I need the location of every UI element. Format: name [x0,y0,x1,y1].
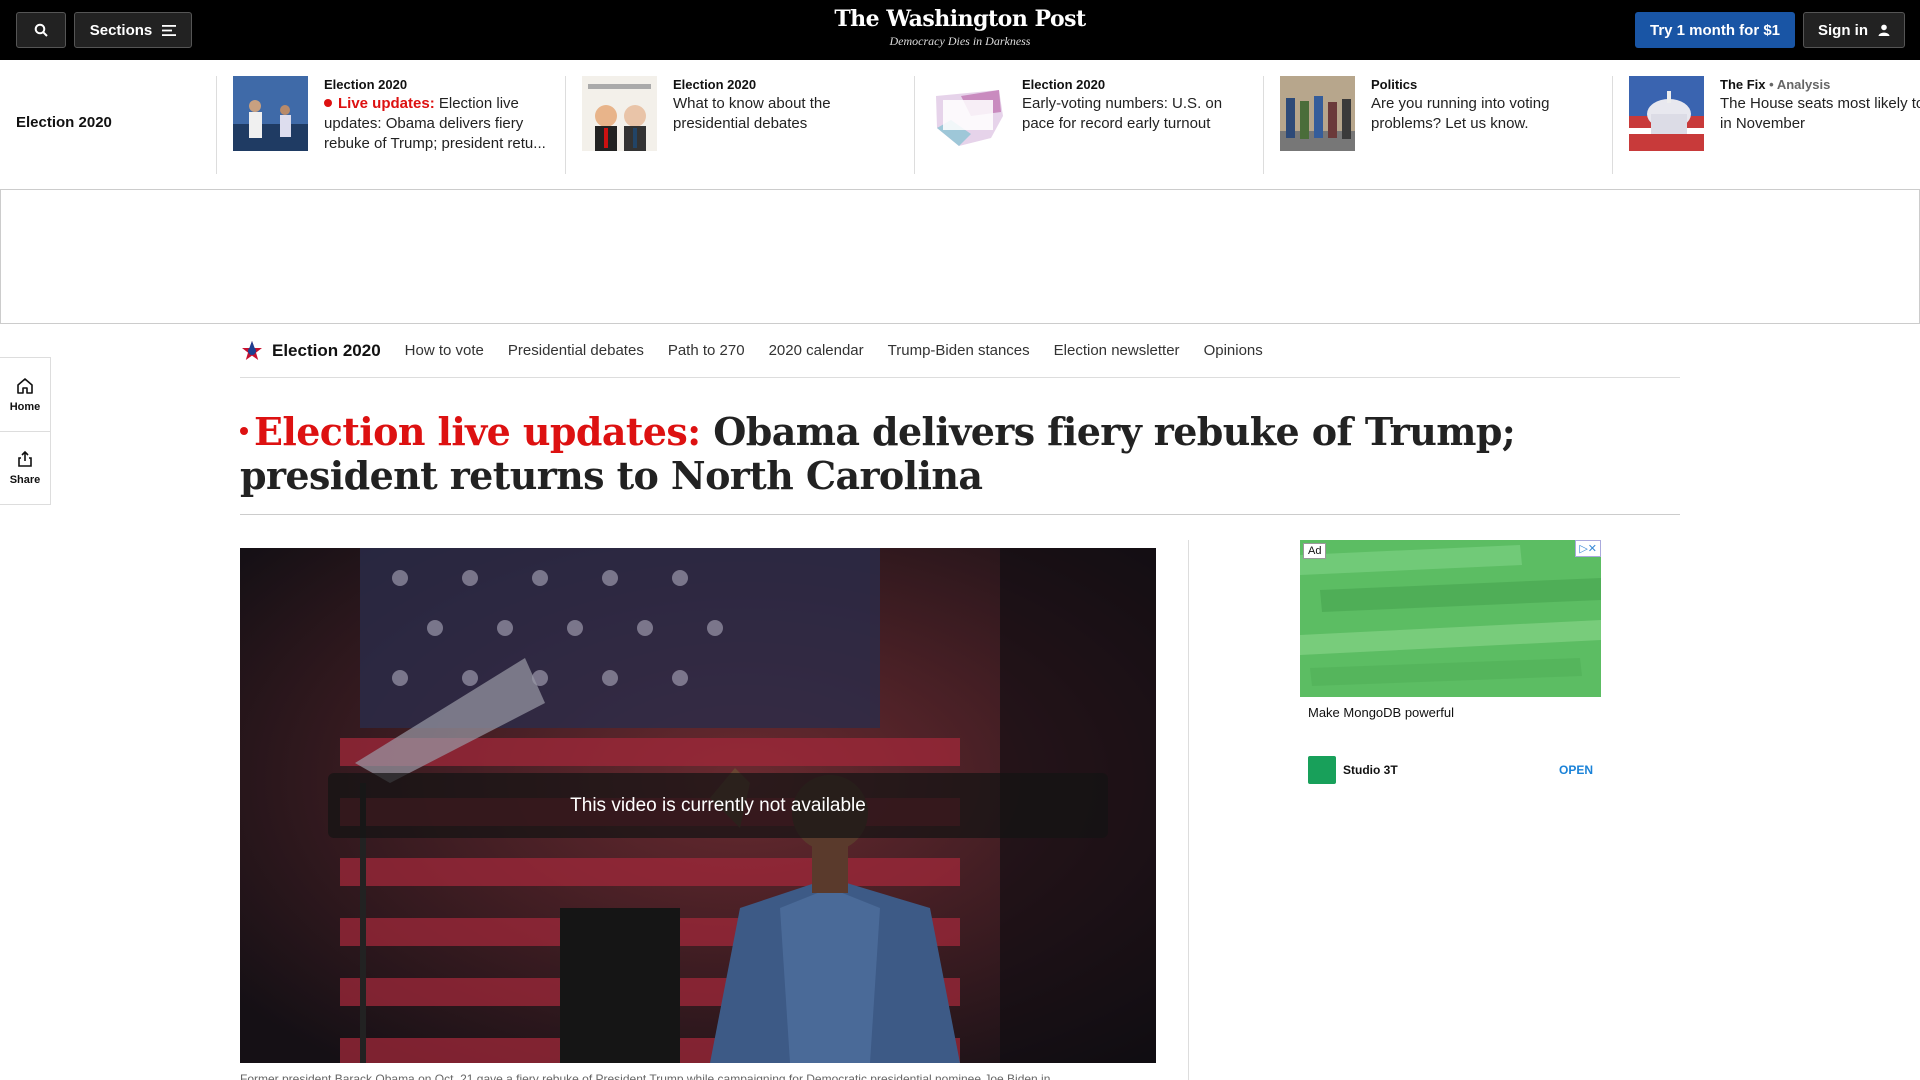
nav-link-how-to-vote[interactable]: How to vote [405,342,484,359]
strip-kicker: Election 2020 [673,77,757,92]
strip-item[interactable]: The Fix • Analysis The House seats most … [1612,76,1920,174]
subscribe-button[interactable]: Try 1 month for $1 [1635,12,1795,48]
article-headline: Election live updates: Obama delivers fi… [240,410,1680,498]
column-divider [1188,540,1189,1080]
sections-label: Sections [89,21,153,39]
election-logo-icon [242,340,262,360]
strip-thumbnail[interactable] [1629,76,1704,151]
strip-headline[interactable]: What to know about the presidential deba… [673,94,903,134]
nav-link-election-newsletter[interactable]: Election newsletter [1054,342,1180,359]
search-icon [34,23,48,37]
strip-thumbnail[interactable] [1280,76,1355,151]
strip-thumbnail[interactable] [582,76,657,151]
strip-label[interactable]: Election 2020 [16,114,112,131]
strip-item[interactable]: Politics Are you running into voting pro… [1263,76,1612,174]
nav-link-2020-calendar[interactable]: 2020 calendar [769,342,864,359]
section-title[interactable]: Election 2020 [272,341,381,361]
live-dot [324,99,332,107]
user-icon [1878,24,1890,36]
nav-link-path-to-270[interactable]: Path to 270 [668,342,745,359]
analysis-label: • Analysis [1769,77,1831,92]
home-button[interactable]: Home [0,358,50,431]
section-nav: Election 2020 How to vote Presidential d… [240,324,1680,378]
live-label: Live updates: [338,95,435,112]
ad-brand-row: Studio 3T OPEN [1308,756,1593,784]
strip-thumbnail[interactable] [233,76,308,151]
nav-link-presidential-debates[interactable]: Presidential debates [508,342,644,359]
ad-brand[interactable]: Studio 3T [1343,763,1398,777]
ad-choices-close-icon[interactable]: ▷✕ [1575,540,1601,557]
strip-headline[interactable]: Are you running into voting problems? Le… [1371,94,1601,134]
sign-in-button[interactable]: Sign in [1803,12,1905,48]
sign-in-label: Sign in [1818,21,1868,39]
strip-kicker: Election 2020 [1022,77,1106,92]
home-label: Home [9,400,41,413]
brand-tagline: Democracy Dies in Darkness [889,34,1031,48]
side-rail: Home Share [0,357,51,505]
video-caption: Former president Barack Obama on Oct. 21… [240,1072,1051,1080]
strip-headline[interactable]: Live updates: Election live updates: Oba… [324,94,554,154]
strip-kicker: Election 2020 [324,77,408,92]
ad-title[interactable]: Make MongoDB powerful [1308,705,1454,720]
home-icon [17,377,33,394]
strip-kicker: The Fix • Analysis [1720,76,1920,94]
ad-brand-logo-icon[interactable] [1308,756,1336,784]
search-button[interactable] [16,12,66,48]
ad-graphic [1300,540,1601,697]
live-dot [240,427,248,435]
brand-name: The Washington Post [834,6,1086,32]
strip-thumbnail[interactable] [931,76,1006,151]
video-unavailable-message: This video is currently not available [328,773,1108,838]
sidebar-ad[interactable]: Ad ▷✕ Make MongoDB powerful Studio 3T OP… [1300,540,1601,790]
sections-button[interactable]: Sections [74,12,192,48]
nav-link-opinions[interactable]: Opinions [1204,342,1263,359]
strip-item[interactable]: Election 2020 What to know about the pre… [565,76,914,174]
strip-headline[interactable]: Early-voting numbers: U.S. on pace for r… [1022,94,1252,134]
ad-image[interactable]: Ad ▷✕ [1300,540,1601,697]
ad-open-button[interactable]: OPEN [1559,763,1593,777]
video-player[interactable]: This video is currently not available [240,548,1156,1063]
ad-banner-slot [0,190,1920,324]
election-strip: Election 2020 Election 2020 Live updates… [0,60,1920,190]
strip-item[interactable]: Election 2020 Live updates: Election liv… [216,76,565,174]
share-button[interactable]: Share [0,431,50,504]
strip-headline[interactable]: The House seats most likely to flip in N… [1720,94,1920,134]
top-bar: Sections The Washington Post Democracy D… [0,0,1920,60]
live-updates-label: Election live updates: [254,409,701,454]
strip-kicker-text: The Fix [1720,77,1766,92]
hamburger-icon [162,24,177,36]
nav-link-trump-biden-stances[interactable]: Trump-Biden stances [888,342,1030,359]
ad-tag: Ad [1303,543,1327,559]
strip-kicker: Politics [1371,77,1418,92]
share-label: Share [9,474,41,486]
share-icon [18,450,32,467]
site-logo[interactable]: The Washington Post Democracy Dies in Da… [760,6,1160,49]
strip-item[interactable]: Election 2020 Early-voting numbers: U.S.… [914,76,1263,174]
headline-divider [240,514,1680,515]
